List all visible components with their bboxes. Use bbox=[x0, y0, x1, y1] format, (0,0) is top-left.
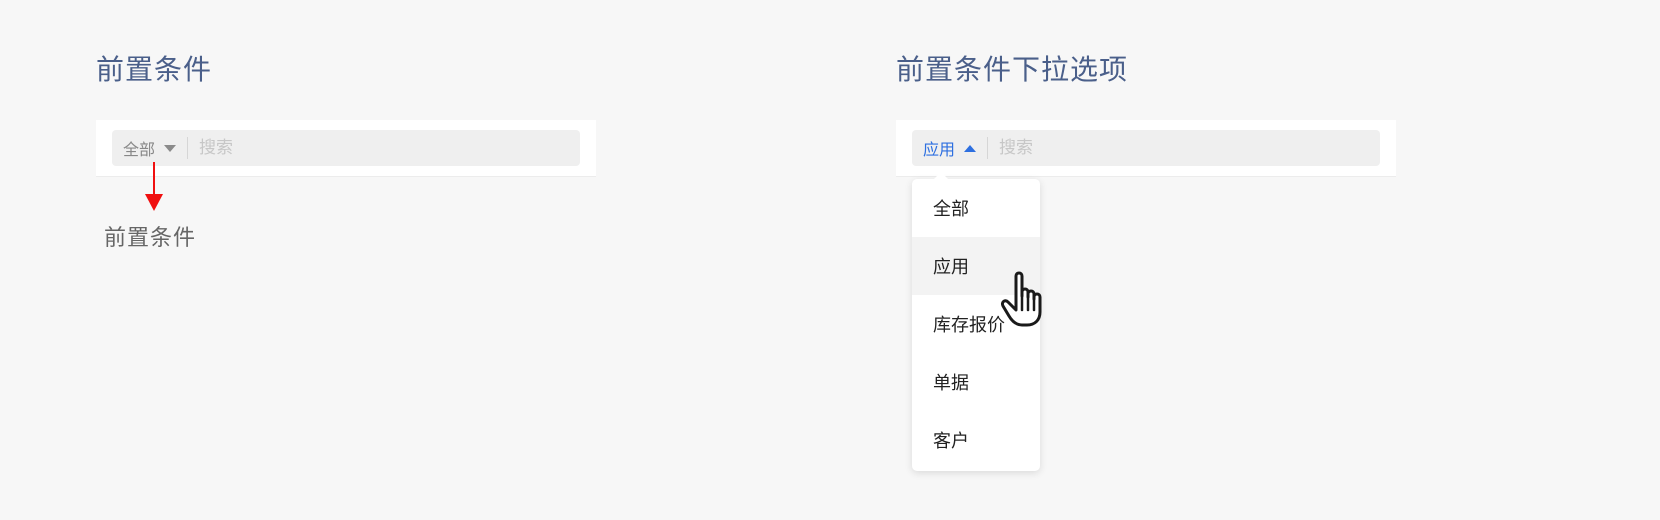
left-prefix-dropdown[interactable]: 全部 bbox=[112, 130, 187, 166]
right-filter-bar: 应用 bbox=[896, 120, 1396, 177]
left-section-title: 前置条件 bbox=[96, 53, 213, 86]
left-filter-bar: 全部 bbox=[96, 120, 596, 177]
annotation-arrow-head-icon bbox=[145, 194, 163, 211]
left-prefix-label: 全部 bbox=[123, 140, 156, 159]
annotation-arrow-line bbox=[153, 162, 155, 197]
caret-up-icon bbox=[964, 144, 977, 152]
dropdown-option-all[interactable]: 全部 bbox=[912, 179, 1040, 237]
dropdown-option-customer[interactable]: 客户 bbox=[912, 411, 1040, 469]
right-prefix-dropdown[interactable]: 应用 bbox=[912, 130, 987, 166]
dropdown-option-documents[interactable]: 单据 bbox=[912, 353, 1040, 411]
hand-pointer-icon bbox=[1001, 271, 1042, 327]
right-search-input[interactable] bbox=[988, 130, 1380, 166]
left-search-box: 全部 bbox=[112, 130, 580, 166]
left-search-input[interactable] bbox=[188, 130, 580, 166]
right-prefix-label: 应用 bbox=[923, 140, 956, 159]
right-search-box: 应用 bbox=[912, 130, 1380, 166]
right-section-title: 前置条件下拉选项 bbox=[896, 53, 1129, 86]
caret-down-icon bbox=[164, 144, 177, 152]
annotation-label: 前置条件 bbox=[104, 226, 197, 251]
